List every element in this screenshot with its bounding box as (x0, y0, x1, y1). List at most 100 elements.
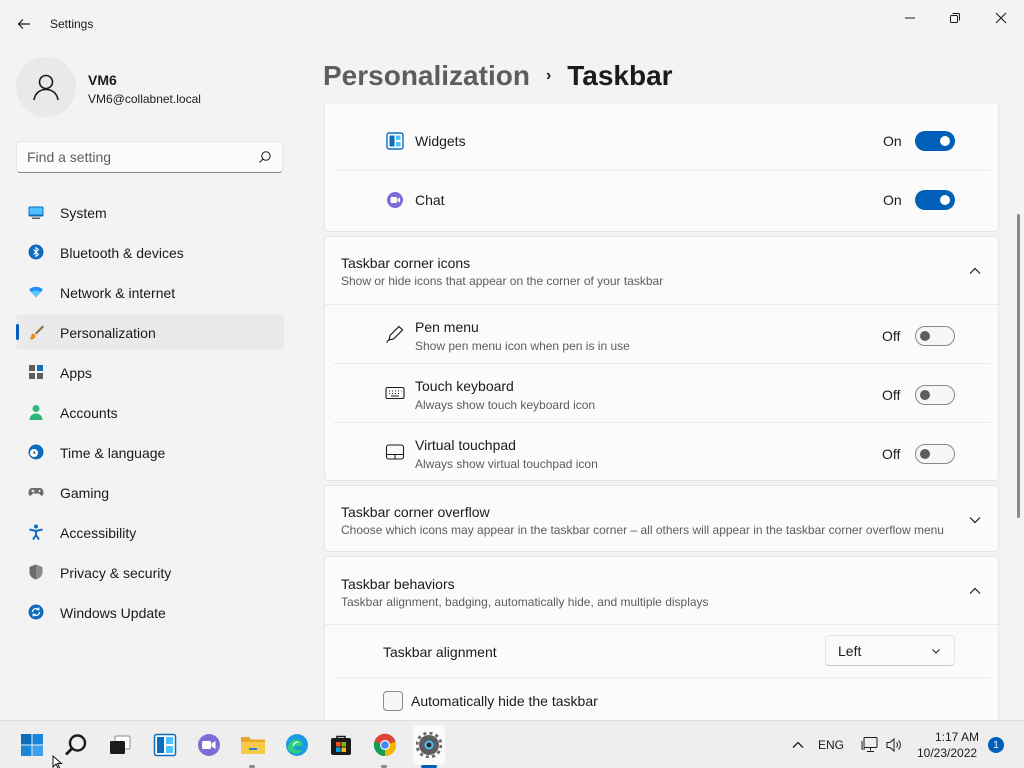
touchpad-icon (385, 444, 405, 460)
corner-icons-header[interactable]: Taskbar corner icons Show or hide icons … (325, 237, 1000, 304)
alignment-dropdown[interactable]: Left (825, 635, 955, 666)
chevron-up-icon[interactable] (967, 263, 983, 279)
chrome-button[interactable] (371, 731, 399, 759)
chevron-up-icon (792, 741, 804, 748)
behaviors-header[interactable]: Taskbar behaviors Taskbar alignment, bad… (325, 557, 1000, 624)
sidebar-item-privacy[interactable]: Privacy & security (16, 554, 284, 590)
sidebar-item-network[interactable]: Network & internet (16, 274, 284, 310)
store-button[interactable] (327, 731, 355, 759)
touch-keyboard-state: Off (882, 387, 901, 403)
page-title: Taskbar (567, 60, 673, 91)
widgets-toggle[interactable] (915, 131, 955, 151)
minimize-button[interactable] (887, 4, 933, 32)
sidebar-item-label: Windows Update (60, 605, 166, 621)
alignment-value: Left (838, 643, 862, 659)
scrollbar[interactable] (1017, 214, 1020, 518)
teams-chat-icon (198, 734, 220, 756)
widgets-taskbar-button[interactable] (151, 731, 179, 759)
sidebar-item-label: Privacy & security (60, 565, 172, 581)
sidebar-item-windows-update[interactable]: Windows Update (16, 594, 284, 630)
file-explorer-button[interactable] (239, 731, 267, 759)
widgets-row: Widgets On (325, 113, 1000, 169)
sidebar-item-bluetooth[interactable]: Bluetooth & devices (16, 234, 284, 270)
virtual-touchpad-row: Virtual touchpad Always show virtual tou… (325, 424, 1000, 480)
virtual-touchpad-toggle[interactable] (915, 444, 955, 464)
gamepad-icon (28, 488, 44, 496)
divider (333, 677, 990, 678)
virtual-touchpad-description: Always show virtual touchpad icon (415, 457, 598, 471)
corner-icons-card: Taskbar corner icons Show or hide icons … (324, 236, 999, 481)
edge-button[interactable] (283, 731, 311, 759)
sidebar-nav: System Bluetooth & devices Network & int… (16, 194, 284, 634)
sidebar-item-label: Apps (60, 365, 92, 381)
sidebar-item-label: Personalization (60, 325, 156, 341)
taskbar: ENG 1:17 AM 10/23/2022 1 (0, 720, 1024, 768)
bluetooth-icon (28, 244, 44, 260)
chevron-down-icon[interactable] (967, 512, 983, 528)
search-box[interactable] (16, 141, 283, 173)
chevron-up-icon[interactable] (967, 583, 983, 599)
back-button[interactable] (10, 10, 38, 38)
keyboard-icon (385, 386, 405, 400)
back-arrow-icon (17, 19, 30, 29)
mouse-cursor-icon (52, 755, 63, 768)
chat-row: Chat On (325, 172, 1000, 228)
restore-button[interactable] (932, 4, 978, 32)
toggle-knob (920, 390, 930, 400)
chat-label: Chat (415, 192, 445, 208)
sidebar-item-accounts[interactable]: Accounts (16, 394, 284, 430)
corner-overflow-description: Choose which icons may appear in the tas… (341, 523, 944, 537)
sidebar-item-label: Accounts (60, 405, 118, 421)
breadcrumb-parent[interactable]: Personalization (323, 60, 530, 92)
user-profile[interactable]: VM6 VM6@collabnet.local (16, 57, 286, 117)
clock-globe-icon (28, 444, 44, 460)
divider (333, 422, 990, 423)
corner-icons-title: Taskbar corner icons (341, 255, 471, 271)
notification-badge[interactable]: 1 (988, 737, 1004, 753)
pen-menu-description: Show pen menu icon when pen is in use (415, 339, 630, 353)
touch-keyboard-toggle[interactable] (915, 385, 955, 405)
autohide-label: Automatically hide the taskbar (411, 693, 598, 709)
chat-state: On (883, 192, 902, 208)
touch-keyboard-label: Touch keyboard (415, 378, 514, 394)
autohide-checkbox[interactable] (383, 691, 403, 711)
widgets-icon (153, 733, 177, 757)
toggle-knob (940, 195, 950, 205)
divider (325, 304, 998, 305)
behaviors-description: Taskbar alignment, badging, automaticall… (341, 595, 709, 609)
start-button[interactable] (18, 731, 46, 759)
search-taskbar-button[interactable] (62, 731, 90, 759)
virtual-touchpad-label: Virtual touchpad (415, 437, 516, 453)
pen-menu-state: Off (882, 328, 901, 344)
sidebar-item-personalization[interactable]: Personalization (16, 314, 284, 350)
toggle-knob (920, 449, 930, 459)
sidebar-item-time-language[interactable]: Time & language (16, 434, 284, 470)
search-input[interactable] (27, 149, 247, 165)
brush-icon (29, 325, 44, 340)
settings-taskbar-button[interactable] (415, 731, 443, 759)
task-view-button[interactable] (106, 731, 134, 759)
language-indicator[interactable]: ENG (818, 738, 844, 752)
speaker-icon (886, 737, 901, 753)
corner-overflow-card[interactable]: Taskbar corner overflow Choose which ico… (324, 485, 999, 552)
app-title: Settings (50, 17, 94, 31)
touch-keyboard-row: Touch keyboard Always show touch keyboar… (325, 365, 1000, 421)
minimize-icon (905, 17, 915, 19)
search-icon[interactable] (258, 150, 272, 164)
chat-icon (387, 192, 403, 208)
show-hidden-icons-button[interactable] (784, 731, 812, 759)
sidebar-item-apps[interactable]: Apps (16, 354, 284, 390)
sidebar-item-accessibility[interactable]: Accessibility (16, 514, 284, 550)
close-button[interactable] (978, 4, 1024, 32)
avatar (16, 57, 76, 117)
toggle-knob (940, 136, 950, 146)
divider (333, 170, 990, 171)
chrome-browser-icon (373, 733, 397, 757)
sidebar-item-gaming[interactable]: Gaming (16, 474, 284, 510)
sidebar-item-system[interactable]: System (16, 194, 284, 230)
volume-tray-button[interactable] (880, 731, 908, 759)
chat-toggle[interactable] (915, 190, 955, 210)
chat-taskbar-button[interactable] (195, 731, 223, 759)
pen-menu-label: Pen menu (415, 319, 479, 335)
pen-menu-toggle[interactable] (915, 326, 955, 346)
